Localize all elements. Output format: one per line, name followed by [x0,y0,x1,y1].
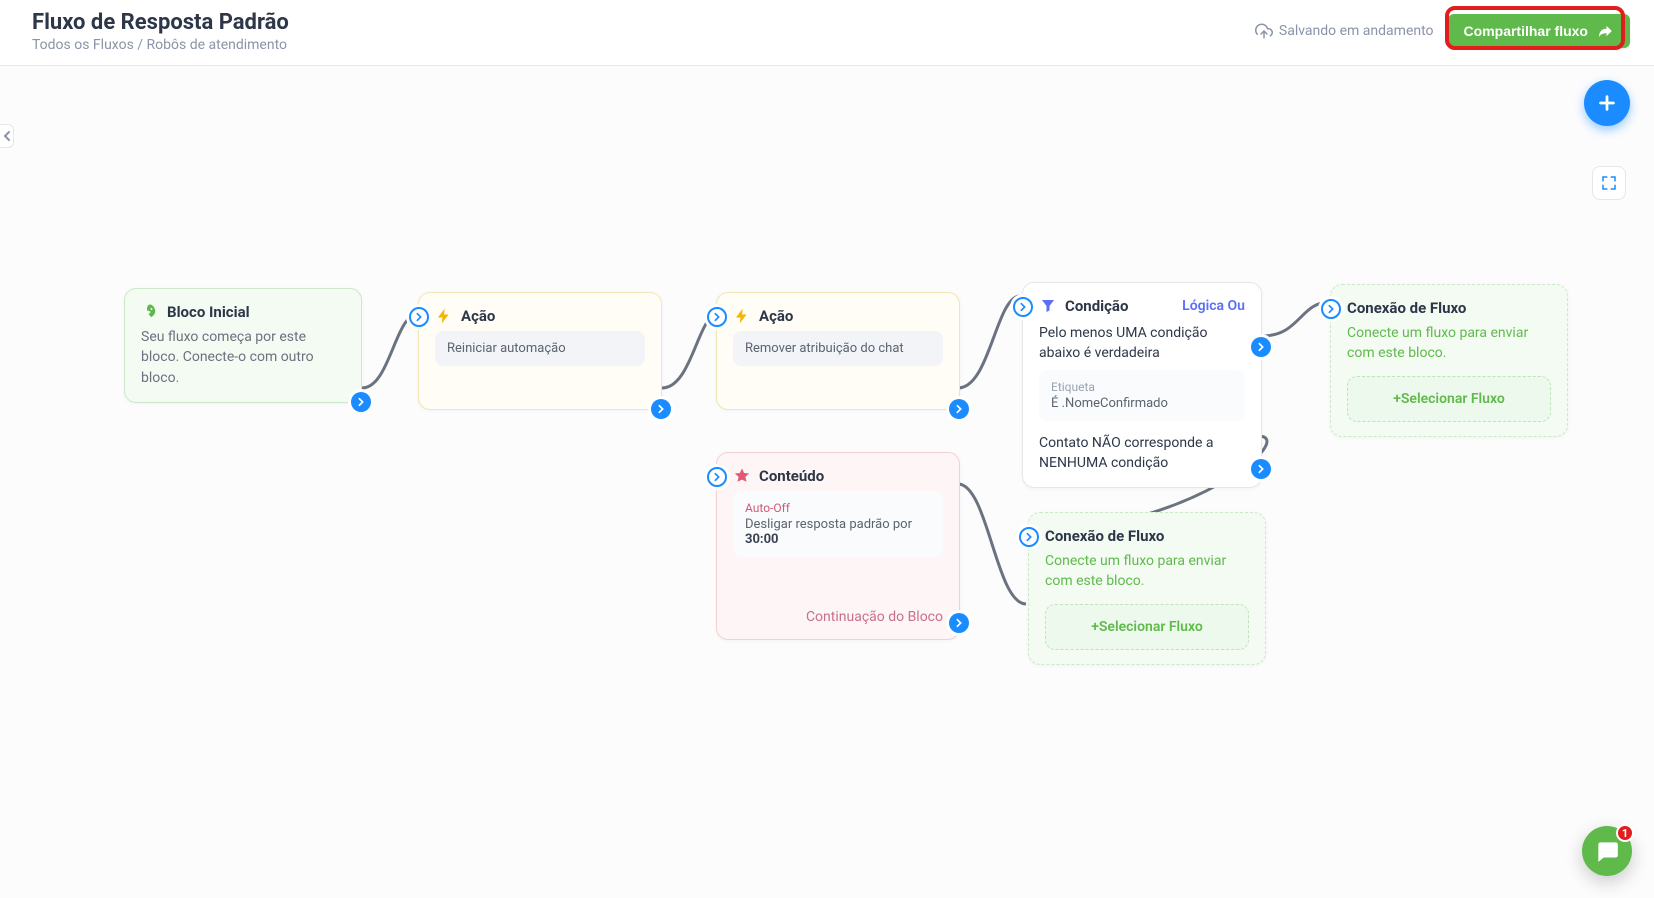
port-in[interactable] [707,467,727,487]
port-out[interactable] [651,399,671,419]
condition-logic-badge: Lógica Ou [1182,298,1245,314]
node-action1-title: Ação [461,307,495,325]
cloud-upload-icon [1255,22,1273,40]
filter-icon [1039,297,1057,315]
port-in[interactable] [409,307,429,327]
share-flow-label: Compartilhar fluxo [1464,23,1588,39]
breadcrumb-sep: / [134,37,147,53]
sidebar-collapse-handle[interactable] [0,124,14,148]
node-action-remove-assignment[interactable]: Ação Remover atribuição do chat [716,292,960,410]
node-conn2-title: Conexão de Fluxo [1045,527,1164,545]
port-in[interactable] [707,307,727,327]
port-in[interactable] [1321,299,1341,319]
star-icon [733,467,751,485]
condition-sentence: Pelo menos UMA condição abaixo é verdade… [1039,323,1245,364]
share-flow-button[interactable]: Compartilhar fluxo [1448,14,1630,48]
node-conn1-title: Conexão de Fluxo [1347,299,1466,317]
fullscreen-button[interactable] [1592,166,1626,200]
node-conn2-desc: Conecte um fluxo para enviar com este bl… [1045,551,1249,592]
auto-off-label: Auto-Off [745,501,931,515]
condition-tag-chip: Etiqueta É .NomeConfirmado [1039,370,1245,421]
node-content[interactable]: Conteúdo Auto-Off Desligar resposta padr… [716,452,960,640]
node-start-title: Bloco Inicial [167,303,250,321]
breadcrumb-root-link[interactable]: Todos os Fluxos [32,37,134,53]
chat-badge: 1 [1616,824,1634,842]
node-action1-chip: Reiniciar automação [435,331,645,366]
node-action2-chip: Remover atribuição do chat [733,331,943,366]
rocket-icon [141,303,159,321]
share-arrow-icon [1596,22,1614,40]
lightning-icon [733,307,751,325]
save-status: Salvando em andamento [1255,22,1434,40]
page-title: Fluxo de Resposta Padrão [32,10,289,35]
node-start[interactable]: Bloco Inicial Seu fluxo começa por este … [124,288,362,403]
node-condition-title: Condição [1065,297,1128,315]
add-node-button[interactable] [1584,80,1630,126]
auto-off-value: 30:00 [745,532,779,547]
lightning-icon [435,307,453,325]
breadcrumb: Todos os Fluxos / Robôs de atendimento [32,37,289,53]
node-connection-flow-1[interactable]: Conexão de Fluxo Conecte um fluxo para e… [1330,284,1568,437]
node-action2-title: Ação [759,307,793,325]
select-flow-button[interactable]: +Selecionar Fluxo [1045,604,1249,650]
port-in[interactable] [1019,527,1039,547]
node-start-desc: Seu fluxo começa por este bloco. Conecte… [141,327,345,388]
port-out-true[interactable] [1251,337,1271,357]
port-out[interactable] [949,399,969,419]
condition-else-text: Contato NÃO corresponde a NENHUMA condiç… [1039,433,1245,474]
select-flow-button[interactable]: +Selecionar Fluxo [1347,376,1551,422]
condition-tag-value: É .NomeConfirmado [1051,396,1168,411]
condition-tag-label: Etiqueta [1051,380,1233,394]
port-out[interactable] [949,613,969,633]
flow-canvas[interactable]: Bloco Inicial Seu fluxo começa por este … [0,66,1654,898]
save-status-text: Salvando em andamento [1279,23,1434,39]
port-out[interactable] [351,392,371,412]
node-content-chip: Auto-Off Desligar resposta padrão por 30… [733,491,943,557]
breadcrumb-current: Robôs de atendimento [147,37,287,53]
node-conn1-desc: Conecte um fluxo para enviar com este bl… [1347,323,1551,364]
node-content-title: Conteúdo [759,467,824,485]
app-header: Fluxo de Resposta Padrão Todos os Fluxos… [0,0,1654,66]
port-in[interactable] [1013,297,1033,317]
node-condition[interactable]: Condição Lógica Ou Pelo menos UMA condiç… [1022,282,1262,488]
node-connection-flow-2[interactable]: Conexão de Fluxo Conecte um fluxo para e… [1028,512,1266,665]
node-content-continuation: Continuação do Bloco [733,609,943,625]
port-out-false[interactable] [1251,459,1271,479]
auto-off-desc: Desligar resposta padrão por [745,517,912,532]
node-action-restart[interactable]: Ação Reiniciar automação [418,292,662,410]
chat-widget-button[interactable]: 1 [1582,826,1632,876]
